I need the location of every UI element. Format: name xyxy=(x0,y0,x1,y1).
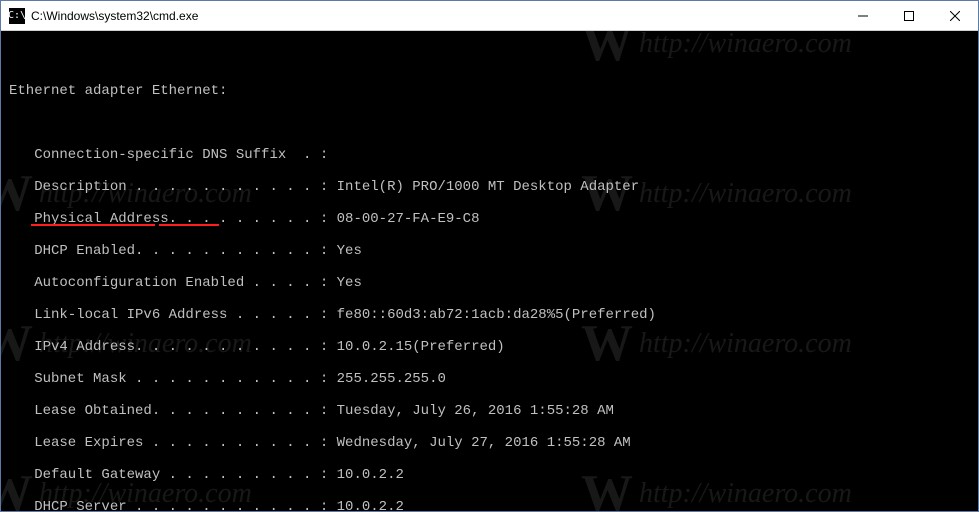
titlebar[interactable]: C:\ C:\Windows\system32\cmd.exe xyxy=(1,1,978,31)
output-line: Link-local IPv6 Address . . . . . : fe80… xyxy=(9,307,978,323)
maximize-button[interactable] xyxy=(886,1,932,30)
output-line: Default Gateway . . . . . . . . . : 10.0… xyxy=(9,467,978,483)
cmd-icon: C:\ xyxy=(9,8,25,24)
close-button[interactable] xyxy=(932,1,978,30)
output-line: IPv4 Address. . . . . . . . . . . : 10.0… xyxy=(9,339,978,355)
physical-address-line: Physical Address. . . . . . . . . : 08-0… xyxy=(9,211,978,227)
adapter-header: Ethernet adapter Ethernet: xyxy=(9,83,978,99)
terminal-output[interactable]: Ethernet adapter Ethernet: Connection-sp… xyxy=(1,31,978,511)
cmd-window: C:\ C:\Windows\system32\cmd.exe Ethernet… xyxy=(0,0,979,512)
output-line: DHCP Enabled. . . . . . . . . . . : Yes xyxy=(9,243,978,259)
output-line: Autoconfiguration Enabled . . . . : Yes xyxy=(9,275,978,291)
output-line: Lease Expires . . . . . . . . . . : Wedn… xyxy=(9,435,978,451)
output-line: Lease Obtained. . . . . . . . . . : Tues… xyxy=(9,403,978,419)
highlight-underline xyxy=(31,224,155,226)
output-line: Subnet Mask . . . . . . . . . . . : 255.… xyxy=(9,371,978,387)
output-line: DHCP Server . . . . . . . . . . . : 10.0… xyxy=(9,499,978,511)
watermark: Whttp://winaero.com xyxy=(581,36,852,52)
highlight-underline xyxy=(159,224,219,226)
window-controls xyxy=(840,1,978,30)
window-title: C:\Windows\system32\cmd.exe xyxy=(31,9,198,23)
output-line: Description . . . . . . . . . . . : Inte… xyxy=(9,179,978,195)
minimize-button[interactable] xyxy=(840,1,886,30)
output-line: Connection-specific DNS Suffix . : xyxy=(9,147,978,163)
